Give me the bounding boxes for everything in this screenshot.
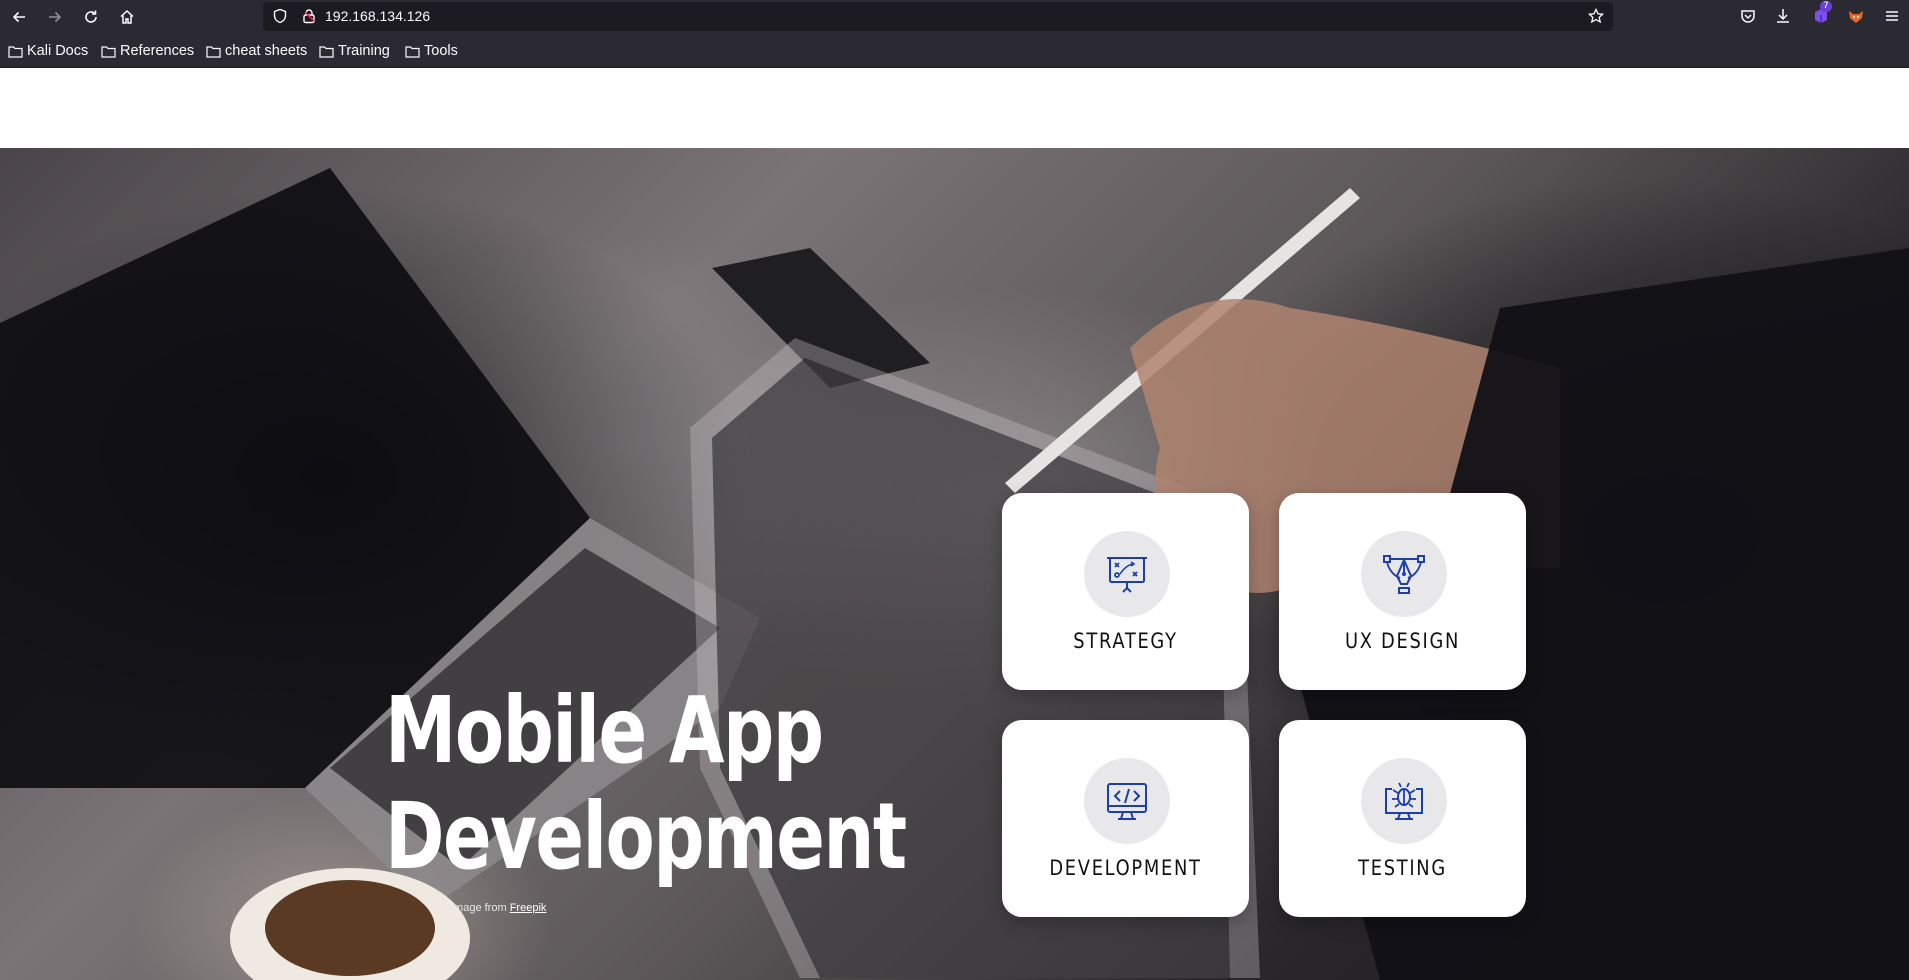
bookmark-tools[interactable]: Tools (405, 42, 458, 60)
reload-button[interactable] (78, 4, 104, 30)
service-card-development[interactable]: DEVELOPMENT (1002, 720, 1249, 917)
back-button[interactable] (6, 4, 32, 30)
bookmark-label: Tools (424, 43, 458, 59)
bookmark-kali-docs[interactable]: Kali Docs (8, 42, 88, 60)
extension-button[interactable]: 7 (1812, 1, 1832, 25)
downloads-button[interactable] (1774, 7, 1792, 25)
folder-icon (319, 45, 334, 58)
extension-badge: 7 (1820, 1, 1832, 12)
hero-title-line-1: Mobile App (385, 677, 824, 784)
shield-icon[interactable] (272, 8, 288, 24)
service-card-ux-design[interactable]: UX DESIGN (1279, 493, 1526, 690)
strategy-icon-circle (1084, 531, 1170, 617)
folder-icon (405, 45, 420, 58)
bug-monitor-icon (1385, 782, 1423, 820)
home-icon (120, 9, 134, 24)
fox-icon (1849, 11, 1863, 23)
service-card-testing[interactable]: TESTING (1279, 720, 1526, 917)
foxyproxy-button[interactable] (1847, 7, 1865, 25)
pocket-button[interactable] (1739, 7, 1757, 25)
image-credit: Image from Freepik (451, 902, 546, 914)
arrow-left-icon (12, 11, 25, 23)
bookmark-cheat-sheets[interactable]: cheat sheets (206, 42, 307, 60)
folder-icon (8, 45, 23, 58)
browser-toolbar: 192.168.134.126 7 (0, 0, 1909, 33)
hero-title-line-2: Development (385, 783, 907, 890)
folder-icon (101, 45, 116, 58)
credit-text: Image from (451, 902, 507, 914)
reload-icon (85, 10, 97, 23)
freepik-link[interactable]: Freepik (510, 902, 547, 914)
bookmarks-bar: Kali Docs References cheat sheets Traini… (0, 33, 1909, 68)
forward-button[interactable] (42, 4, 68, 30)
ux-design-icon-circle (1361, 531, 1447, 617)
bookmark-training[interactable]: Training (319, 42, 390, 60)
bookmark-label: Training (338, 43, 390, 59)
pocket-icon (1741, 10, 1755, 23)
code-monitor-icon (1107, 783, 1147, 820)
star-icon[interactable] (1588, 8, 1604, 24)
lock-icon[interactable] (301, 8, 317, 24)
bookmark-label: Kali Docs (27, 43, 89, 59)
service-card-strategy[interactable]: STRATEGY (1002, 493, 1249, 690)
url-text[interactable]: 192.168.134.126 (325, 8, 430, 24)
hero-title: Mobile App Development (385, 677, 907, 890)
hamburger-menu-icon (1886, 11, 1898, 21)
pen-tool-icon (1383, 555, 1425, 594)
bookmark-label: References (120, 43, 195, 59)
testing-icon-circle (1361, 758, 1447, 844)
strategy-board-icon (1107, 557, 1147, 593)
card-label: UX DESIGN (1344, 629, 1461, 653)
home-button[interactable] (114, 4, 140, 30)
menu-button[interactable] (1883, 7, 1901, 25)
hero-background-image (0, 168, 1909, 980)
bookmark-label: cheat sheets (225, 43, 308, 59)
arrow-right-icon (49, 11, 62, 23)
development-icon-circle (1084, 758, 1170, 844)
card-label: STRATEGY (1073, 629, 1178, 653)
site-header (0, 68, 1909, 148)
card-label: DEVELOPMENT (1049, 856, 1202, 880)
bookmark-references[interactable]: References (101, 42, 194, 60)
download-icon (1777, 9, 1789, 23)
folder-icon (206, 45, 221, 58)
address-bar[interactable]: 192.168.134.126 (263, 2, 1613, 31)
hero-section: Mobile App Development Image from Freepi… (0, 148, 1909, 980)
card-label: TESTING (1358, 856, 1447, 880)
